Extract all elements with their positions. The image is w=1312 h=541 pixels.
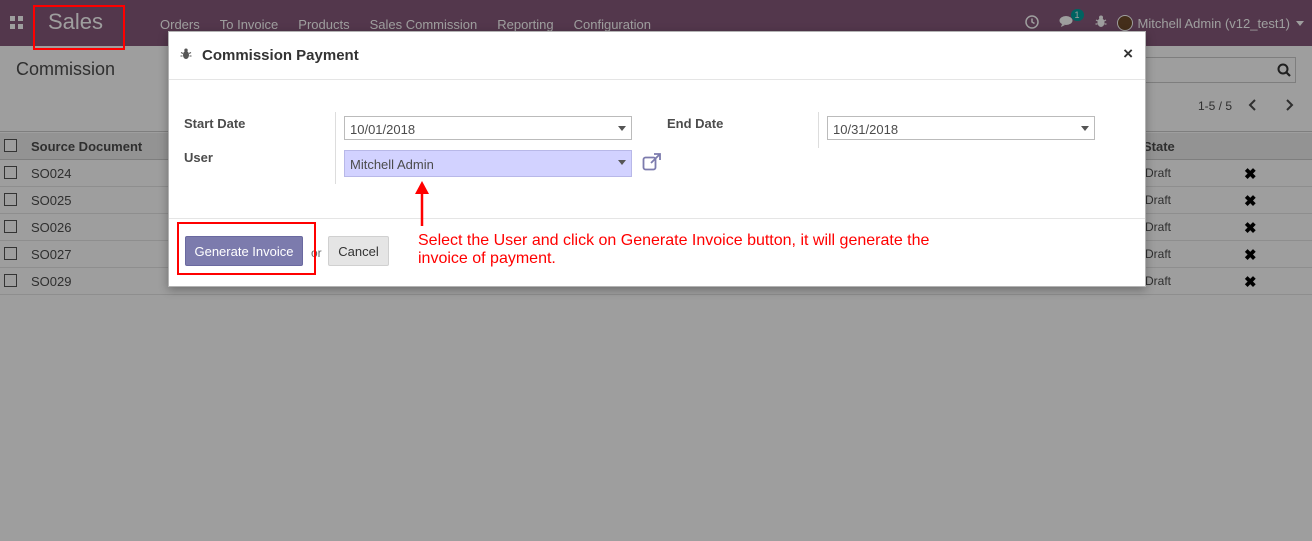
dropdown-arrow-icon <box>618 126 626 131</box>
user-label: User <box>184 150 213 165</box>
end-date-field[interactable]: 10/31/2018 <box>827 116 1095 140</box>
start-date-value: 10/01/2018 <box>350 122 416 137</box>
highlight-box-sales <box>33 5 125 50</box>
bug-icon[interactable] <box>180 48 192 60</box>
annotation-arrow-icon <box>415 181 429 226</box>
modal-header: Commission Payment × <box>169 32 1145 80</box>
cancel-button[interactable]: Cancel <box>328 236 389 266</box>
external-link-icon[interactable] <box>642 153 662 171</box>
user-value: Mitchell Admin <box>350 157 434 172</box>
footer-divider <box>169 218 1145 219</box>
dropdown-arrow-icon <box>618 160 626 165</box>
user-select[interactable]: Mitchell Admin <box>344 150 632 177</box>
start-date-label: Start Date <box>184 116 246 131</box>
dropdown-arrow-icon <box>1081 126 1089 131</box>
modal-title: Commission Payment <box>202 47 359 64</box>
label-divider <box>335 112 336 184</box>
annotation-note: Select the User and click on Generate In… <box>418 232 930 267</box>
highlight-box-generate <box>177 222 316 275</box>
close-button[interactable]: × <box>1123 44 1133 64</box>
start-date-field[interactable]: 10/01/2018 <box>344 116 632 140</box>
end-date-value: 10/31/2018 <box>833 122 899 137</box>
label-divider <box>818 112 819 148</box>
end-date-label: End Date <box>667 116 724 131</box>
